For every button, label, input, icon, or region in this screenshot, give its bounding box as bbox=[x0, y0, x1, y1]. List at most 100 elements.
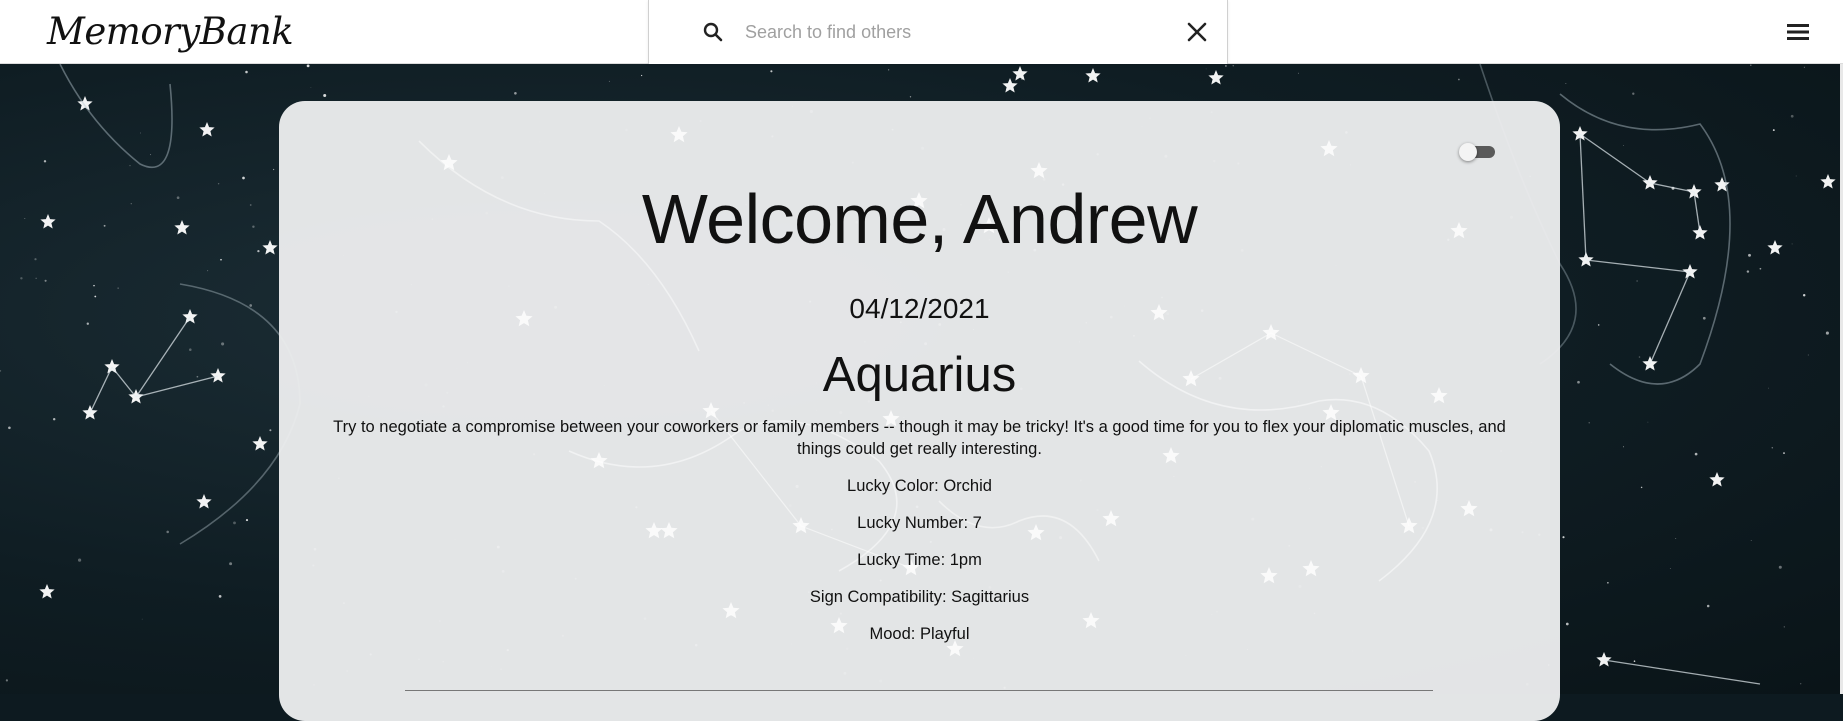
star-dot bbox=[218, 595, 222, 598]
star-dot bbox=[1795, 175, 1797, 177]
star-dot bbox=[1783, 452, 1785, 455]
lucky-time: Lucky Time: 1pm bbox=[857, 551, 982, 569]
star-dot bbox=[34, 258, 37, 261]
star-dot bbox=[44, 279, 47, 282]
star-shape bbox=[1262, 324, 1280, 341]
star-dot bbox=[1297, 72, 1299, 74]
star-dot bbox=[249, 204, 252, 206]
star-dot bbox=[888, 69, 890, 71]
star-dot bbox=[1577, 380, 1580, 384]
star-dot bbox=[20, 277, 23, 280]
star-dot bbox=[257, 249, 260, 253]
star-dot bbox=[8, 426, 11, 430]
star-shape bbox=[39, 584, 55, 599]
toggle-knob[interactable] bbox=[1459, 143, 1477, 161]
star-dot bbox=[1807, 354, 1809, 356]
constellation-line bbox=[1693, 191, 1701, 234]
zodiac-sign: Aquarius bbox=[822, 348, 1017, 402]
star-dot bbox=[310, 87, 312, 89]
star-dot bbox=[176, 196, 180, 200]
star-shape bbox=[196, 494, 212, 509]
star-dot bbox=[103, 224, 106, 227]
search-bar bbox=[648, 0, 1228, 64]
star-dot bbox=[1232, 65, 1234, 67]
star-dot bbox=[94, 295, 97, 298]
star-dot bbox=[35, 277, 37, 279]
star-dot bbox=[1588, 422, 1590, 424]
constellation-line bbox=[111, 366, 137, 398]
star-dot bbox=[1633, 660, 1636, 662]
star-dot bbox=[1597, 324, 1600, 326]
star-dot bbox=[1790, 114, 1794, 118]
star-dot bbox=[1632, 92, 1635, 95]
star-shape bbox=[104, 359, 120, 374]
constellation-line bbox=[1649, 271, 1691, 365]
star-shape bbox=[670, 126, 688, 143]
star-dot bbox=[189, 348, 192, 351]
star-dot bbox=[233, 521, 236, 525]
star-shape bbox=[252, 436, 268, 451]
star-dot bbox=[1607, 582, 1609, 584]
star-dot bbox=[514, 92, 517, 95]
star-dot bbox=[1750, 539, 1752, 541]
star-dot bbox=[1640, 486, 1643, 489]
star-dot bbox=[196, 375, 199, 378]
star-dot bbox=[1702, 316, 1706, 320]
star-dot bbox=[1647, 421, 1649, 423]
search-input[interactable] bbox=[745, 16, 1145, 48]
zodiac-outline bbox=[59, 64, 173, 169]
mood: Mood: Playful bbox=[869, 625, 970, 643]
lucky-number: Lucky Number: 7 bbox=[857, 514, 982, 532]
star-dot bbox=[1205, 68, 1207, 70]
star-dot bbox=[52, 417, 56, 421]
horoscope-text: Try to negotiate a compromise between yo… bbox=[333, 418, 1506, 458]
star-dot bbox=[1783, 626, 1785, 628]
star-dot bbox=[306, 64, 310, 68]
hamburger-menu-icon[interactable] bbox=[1786, 20, 1812, 44]
memorybank-logo[interactable]: MemoryBank bbox=[47, 10, 294, 53]
close-icon[interactable] bbox=[1183, 18, 1211, 46]
star-shape bbox=[1320, 140, 1338, 157]
star-dot bbox=[141, 618, 143, 620]
star-dot bbox=[269, 429, 272, 432]
star-dot bbox=[1771, 447, 1774, 449]
star-dot bbox=[1669, 568, 1671, 569]
star-dot bbox=[608, 80, 610, 82]
star-dot bbox=[1746, 270, 1750, 273]
star-shape bbox=[1767, 240, 1783, 255]
star-dot bbox=[24, 218, 26, 220]
constellation-line bbox=[1585, 259, 1691, 273]
star-dot bbox=[1675, 538, 1677, 539]
star-shape bbox=[1012, 66, 1028, 81]
star-dot bbox=[139, 132, 142, 134]
star-dot bbox=[1623, 446, 1624, 448]
welcome-heading: Welcome, Andrew bbox=[641, 180, 1198, 258]
star-shape bbox=[1596, 652, 1612, 667]
star-dot bbox=[640, 74, 643, 77]
star-dot bbox=[93, 284, 95, 287]
horoscope-date: 04/12/2021 bbox=[849, 293, 990, 324]
star-shape bbox=[40, 214, 56, 229]
star-dot bbox=[129, 165, 131, 167]
star-dot bbox=[252, 225, 255, 228]
star-dot bbox=[150, 154, 152, 156]
star-dot bbox=[1825, 331, 1829, 335]
star-dot bbox=[1562, 536, 1565, 539]
star-dot bbox=[323, 93, 327, 98]
star-dot bbox=[245, 519, 249, 522]
star-dot bbox=[1800, 683, 1802, 685]
star-dot bbox=[117, 287, 119, 289]
star-dot bbox=[0, 370, 2, 372]
star-dot bbox=[1638, 356, 1641, 358]
star-shape bbox=[1709, 472, 1725, 487]
theme-toggle[interactable] bbox=[1459, 143, 1495, 161]
star-shape bbox=[1085, 68, 1101, 83]
star-dot bbox=[1706, 604, 1710, 608]
search-icon[interactable] bbox=[701, 20, 725, 44]
constellation-line bbox=[1579, 133, 1587, 261]
star-shape bbox=[182, 309, 198, 324]
constellation-line bbox=[89, 366, 113, 414]
star-dot bbox=[1750, 64, 1752, 66]
horoscope-card: Welcome, Andrew 04/12/2021 Aquarius Try … bbox=[279, 101, 1560, 721]
constellation-line bbox=[1603, 659, 1761, 685]
